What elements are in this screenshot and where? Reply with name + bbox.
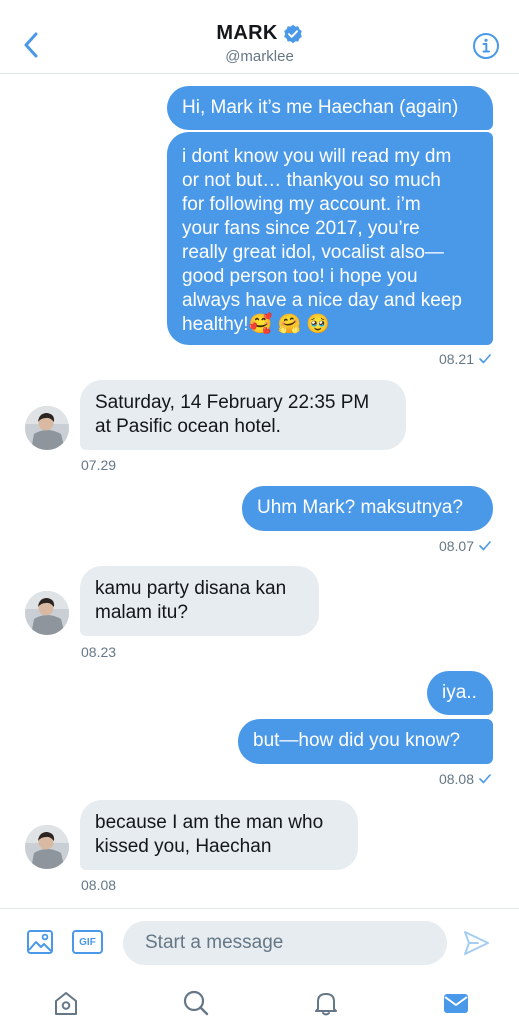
user-handle: @marklee xyxy=(225,48,294,65)
message-text: but—how did you know? xyxy=(253,730,461,751)
message-timestamp: 08.07 xyxy=(439,538,491,554)
message-line: or not but… thankyou so much xyxy=(182,170,441,191)
tab-home[interactable] xyxy=(51,988,81,1018)
verified-badge-icon xyxy=(283,24,302,43)
timestamp-text: 07.29 xyxy=(81,457,117,473)
read-check-icon xyxy=(479,354,491,364)
message-line: Saturday, 14 February 22:35 PM xyxy=(95,392,370,413)
message-composer: GIF xyxy=(0,908,519,976)
tab-notifications[interactable] xyxy=(311,988,341,1018)
message-timestamp: 08.08 xyxy=(439,771,491,787)
message-text: Uhm Mark? maksutnya? xyxy=(257,497,463,518)
bell-icon xyxy=(315,993,337,1016)
message-bubble-received[interactable]: kamu party disana kan malam itu? xyxy=(80,566,319,636)
gif-label: GIF xyxy=(79,936,96,948)
message-bubble-received[interactable]: because I am the man who kissed you, Hae… xyxy=(80,800,358,870)
message-timestamp: 08.21 xyxy=(439,351,491,367)
message-line: malam itu? xyxy=(95,602,188,623)
message-text: iya.. xyxy=(442,682,477,703)
message-bubble-sent[interactable]: i dont know you will read my dm or not b… xyxy=(167,132,493,345)
send-icon xyxy=(464,931,489,955)
tab-messages[interactable] xyxy=(441,988,471,1018)
home-icon xyxy=(55,992,77,1015)
message-line: for following my account. i’m xyxy=(182,194,421,215)
message-thread[interactable]: Hi, Mark it’s me Haechan (again) i dont … xyxy=(0,74,519,908)
message-line: healthy!🥰 🤗 🥹 xyxy=(182,314,331,335)
send-button[interactable] xyxy=(462,929,492,959)
message-bubble-sent[interactable]: but—how did you know? xyxy=(238,719,493,764)
message-text: Hi, Mark it’s me Haechan (again) xyxy=(182,97,459,118)
message-line: your fans since 2017, you’re xyxy=(182,218,420,239)
avatar-photo xyxy=(25,825,69,869)
message-line: i dont know you will read my dm xyxy=(182,146,452,167)
message-line: at Pasific ocean hotel. xyxy=(95,416,281,437)
gif-button[interactable]: GIF xyxy=(72,930,103,954)
conversation-header: MARK @marklee xyxy=(0,0,519,74)
message-line: really great idol, vocalist also— xyxy=(182,242,444,263)
message-input[interactable] xyxy=(123,921,447,965)
message-bubble-sent[interactable]: Uhm Mark? maksutnya? xyxy=(242,486,493,531)
add-photo-button[interactable] xyxy=(26,928,56,958)
timestamp-text: 08.08 xyxy=(81,877,117,893)
read-check-icon xyxy=(479,541,491,551)
title-block[interactable]: MARK @marklee xyxy=(0,22,519,65)
message-line: kissed you, Haechan xyxy=(95,836,272,857)
message-timestamp: 08.23 xyxy=(81,644,116,660)
avatar[interactable] xyxy=(25,825,69,869)
avatar-photo xyxy=(25,591,69,635)
avatar[interactable] xyxy=(25,591,69,635)
image-icon xyxy=(27,930,53,954)
timestamp-text: 08.07 xyxy=(438,538,474,554)
tab-search[interactable] xyxy=(181,988,211,1018)
message-bubble-sent[interactable]: iya.. xyxy=(427,671,493,715)
message-bubble-sent[interactable]: Hi, Mark it’s me Haechan (again) xyxy=(167,86,493,130)
mail-icon xyxy=(444,994,468,1013)
page-title: MARK xyxy=(216,22,278,44)
message-line: always have a nice day and keep xyxy=(182,290,462,311)
info-button[interactable] xyxy=(471,31,501,61)
bottom-tab-bar xyxy=(0,976,519,1024)
timestamp-text: 08.21 xyxy=(438,351,474,367)
avatar[interactable] xyxy=(25,406,69,450)
info-icon xyxy=(473,33,499,59)
timestamp-text: 08.23 xyxy=(81,644,117,660)
message-timestamp: 07.29 xyxy=(81,457,116,473)
search-icon xyxy=(183,990,209,1016)
message-line: good person too! i hope you xyxy=(182,266,418,287)
message-timestamp: 08.08 xyxy=(81,877,116,893)
timestamp-text: 08.08 xyxy=(438,771,474,787)
message-line: kamu party disana kan xyxy=(95,578,287,599)
message-bubble-received[interactable]: Saturday, 14 February 22:35 PM at Pasifi… xyxy=(80,380,406,450)
message-line: because I am the man who xyxy=(95,812,324,833)
avatar-photo xyxy=(25,406,69,450)
read-check-icon xyxy=(479,774,491,784)
